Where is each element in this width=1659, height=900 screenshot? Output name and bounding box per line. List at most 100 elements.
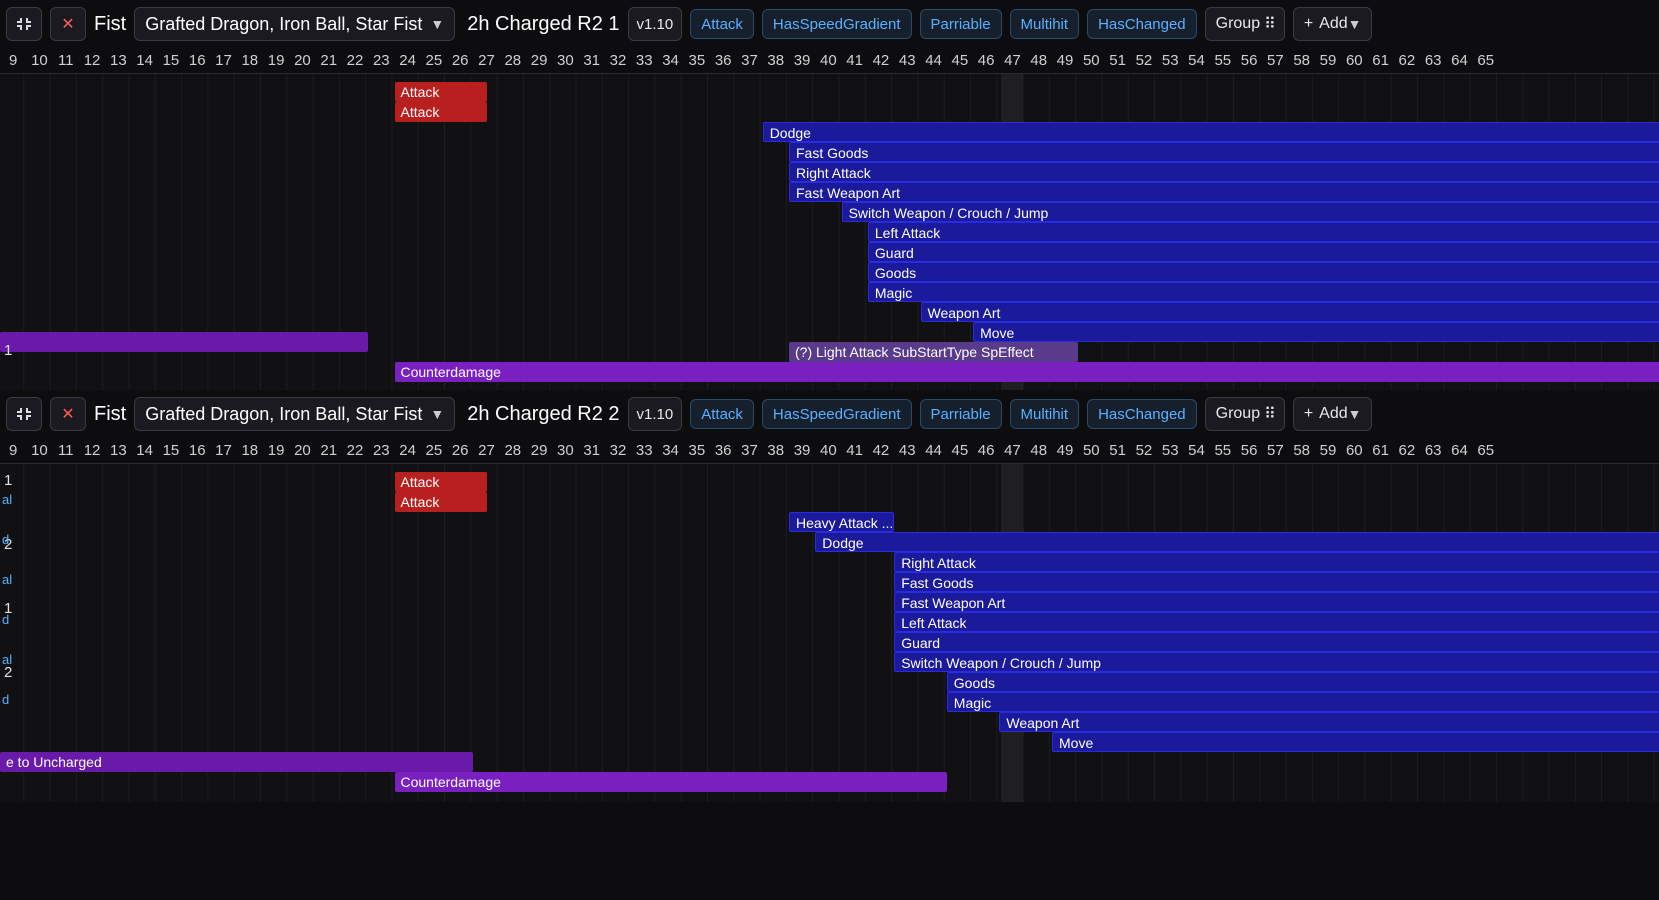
timeline-bar[interactable]: Magic xyxy=(947,692,1659,712)
timeline-bar[interactable]: Move xyxy=(973,322,1659,342)
row-sublabel: al xyxy=(2,492,12,507)
filter-tag[interactable]: HasSpeedGradient xyxy=(762,399,912,429)
timeline-bar[interactable]: Switch Weapon / Crouch / Jump xyxy=(842,202,1659,222)
frame-tick: 34 xyxy=(657,52,683,69)
frame-tick: 53 xyxy=(1157,52,1183,69)
frame-tick: 56 xyxy=(1236,52,1262,69)
version-badge[interactable]: v1.10 xyxy=(628,7,683,41)
timeline-panel: ✕FistGrafted Dragon, Iron Ball, Star Fis… xyxy=(0,0,1659,390)
timeline-bar[interactable]: Dodge xyxy=(763,122,1659,142)
frame-tick: 33 xyxy=(631,52,657,69)
frame-tick: 17 xyxy=(210,442,236,459)
group-icon: ⠿ xyxy=(1264,14,1274,34)
frame-tick: 10 xyxy=(26,52,52,69)
frame-tick: 46 xyxy=(973,52,999,69)
frame-tick: 19 xyxy=(263,442,289,459)
timeline-bar[interactable]: Weapon Art xyxy=(999,712,1659,732)
frame-tick: 26 xyxy=(447,442,473,459)
timeline-bar[interactable]: Attack xyxy=(395,82,487,102)
timeline-bar[interactable]: Heavy Attack ... xyxy=(789,512,894,532)
timeline-bar[interactable]: Right Attack xyxy=(894,552,1659,572)
timeline-bar[interactable]: Counterdamage xyxy=(395,362,1659,382)
frame-tick: 47 xyxy=(999,442,1025,459)
frame-tick: 63 xyxy=(1420,442,1446,459)
filter-tag[interactable]: Multihit xyxy=(1010,399,1080,429)
timeline-bar[interactable]: Move xyxy=(1052,732,1659,752)
filter-tag[interactable]: Multihit xyxy=(1010,9,1080,39)
filter-tag[interactable]: HasSpeedGradient xyxy=(762,9,912,39)
add-button[interactable]: +Add ▼ xyxy=(1293,7,1373,41)
frame-tick: 40 xyxy=(815,52,841,69)
compress-icon[interactable] xyxy=(6,397,42,431)
frame-tick: 9 xyxy=(0,442,26,459)
filter-tag[interactable]: Parriable xyxy=(920,399,1002,429)
frame-tick: 35 xyxy=(684,442,710,459)
group-button[interactable]: Group ⠿ xyxy=(1205,397,1285,431)
frame-tick: 52 xyxy=(1131,52,1157,69)
timeline-bar[interactable] xyxy=(0,332,368,352)
frame-ruler: 9101112131415161718192021222324252627282… xyxy=(0,438,1659,464)
frame-tick: 13 xyxy=(105,442,131,459)
filter-tag[interactable]: Parriable xyxy=(920,9,1002,39)
frame-tick: 58 xyxy=(1289,52,1315,69)
frame-tick: 48 xyxy=(1026,442,1052,459)
frame-tick: 18 xyxy=(237,52,263,69)
frame-tick: 57 xyxy=(1262,442,1288,459)
frame-tick: 12 xyxy=(79,442,105,459)
timeline-bar[interactable]: Right Attack xyxy=(789,162,1659,182)
compress-icon[interactable] xyxy=(6,7,42,41)
add-button[interactable]: +Add ▼ xyxy=(1293,397,1373,431)
timeline-bar[interactable]: Goods xyxy=(868,262,1659,282)
group-button[interactable]: Group ⠿ xyxy=(1205,7,1285,41)
timeline-bar[interactable]: Counterdamage xyxy=(395,772,947,792)
frame-tick: 60 xyxy=(1341,442,1367,459)
filter-tag[interactable]: HasChanged xyxy=(1087,9,1197,39)
frame-tick: 55 xyxy=(1210,52,1236,69)
close-button[interactable]: ✕ xyxy=(50,7,86,41)
timeline-bar[interactable]: (?) Light Attack SubStartType SpEffect xyxy=(789,342,1078,362)
timeline-bar[interactable]: Fast Goods xyxy=(894,572,1659,592)
timeline-bar[interactable]: Attack xyxy=(395,492,487,512)
timeline-bar[interactable]: e to Uncharged xyxy=(0,752,473,772)
timeline-bar[interactable]: Left Attack xyxy=(868,222,1659,242)
frame-tick: 14 xyxy=(131,442,157,459)
timeline-area[interactable]: AttackAttack DodgeFast GoodsRight AttackF… xyxy=(0,74,1659,390)
timeline-bar[interactable]: Fast Goods xyxy=(789,142,1659,162)
frame-tick: 22 xyxy=(342,442,368,459)
timeline-bar[interactable]: Guard xyxy=(894,632,1659,652)
timeline-bar[interactable]: Magic xyxy=(868,282,1659,302)
frame-tick: 30 xyxy=(552,52,578,69)
frame-tick: 44 xyxy=(920,52,946,69)
timeline-bar[interactable]: Fast Weapon Art xyxy=(789,182,1659,202)
chevron-down-icon: ▼ xyxy=(430,406,444,422)
filter-tag[interactable]: Attack xyxy=(690,399,754,429)
row-sublabel: al xyxy=(2,572,12,587)
filter-tag[interactable]: HasChanged xyxy=(1087,399,1197,429)
filter-tag[interactable]: Attack xyxy=(690,9,754,39)
timeline-bar[interactable]: Guard xyxy=(868,242,1659,262)
frame-tick: 54 xyxy=(1183,52,1209,69)
frame-tick: 28 xyxy=(500,52,526,69)
version-badge[interactable]: v1.10 xyxy=(628,397,683,431)
timeline-bar[interactable]: Weapon Art xyxy=(921,302,1659,322)
frame-tick: 64 xyxy=(1446,52,1472,69)
frame-tick: 41 xyxy=(842,52,868,69)
timeline-area[interactable]: AttackAttack Heavy Attack ...DodgeRight A… xyxy=(0,464,1659,802)
timeline-bar[interactable]: Dodge xyxy=(815,532,1659,552)
timeline-bar[interactable]: Attack xyxy=(395,472,487,492)
frame-tick: 29 xyxy=(526,442,552,459)
frame-tick: 39 xyxy=(789,52,815,69)
weapon-select[interactable]: Grafted Dragon, Iron Ball, Star Fist▼ xyxy=(134,7,455,41)
timeline-bar[interactable]: Fast Weapon Art xyxy=(894,592,1659,612)
timeline-bar[interactable]: Switch Weapon / Crouch / Jump xyxy=(894,652,1659,672)
timeline-bar[interactable]: Left Attack xyxy=(894,612,1659,632)
frame-tick: 63 xyxy=(1420,52,1446,69)
timeline-bar[interactable]: Goods xyxy=(947,672,1659,692)
group-icon: ⠿ xyxy=(1264,404,1274,424)
timeline-panel: ✕FistGrafted Dragon, Iron Ball, Star Fis… xyxy=(0,390,1659,802)
weapon-select[interactable]: Grafted Dragon, Iron Ball, Star Fist▼ xyxy=(134,397,455,431)
plus-icon: + xyxy=(1304,405,1313,423)
chevron-down-icon: ▼ xyxy=(1348,16,1362,32)
close-button[interactable]: ✕ xyxy=(50,397,86,431)
timeline-bar[interactable]: Attack xyxy=(395,102,487,122)
